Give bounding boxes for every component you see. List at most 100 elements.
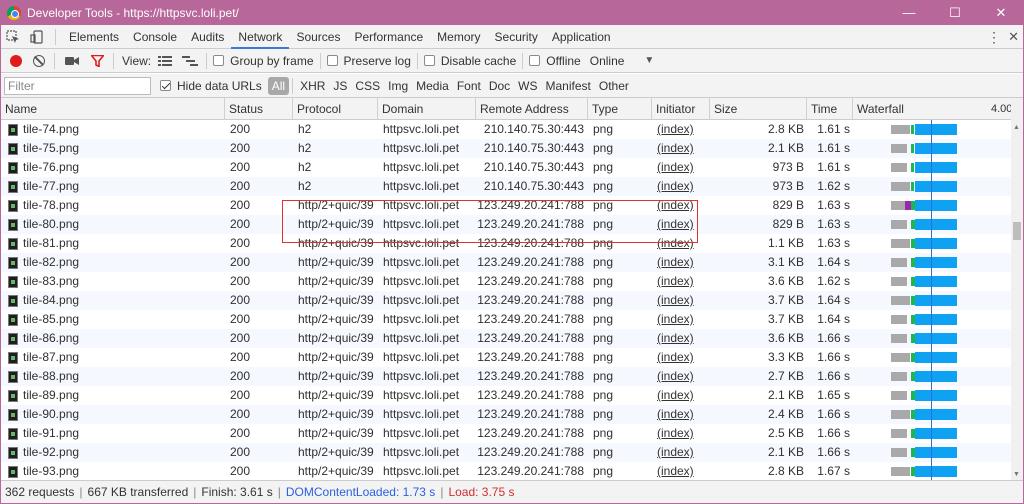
maximize-button[interactable]: ☐ <box>932 0 978 25</box>
request-name[interactable]: tile-77.png <box>23 177 223 196</box>
tab-audits[interactable]: Audits <box>184 25 231 49</box>
table-row[interactable]: tile-75.png 200 h2 httpsvc.loli.pet 210.140.… <box>1 139 1011 158</box>
filter-input[interactable] <box>4 76 151 95</box>
disable-cache-toggle[interactable]: Disable cache <box>423 54 516 68</box>
request-initiator[interactable]: (index) <box>657 177 707 196</box>
inspect-element-icon[interactable] <box>1 25 25 49</box>
column-header-domain[interactable]: Domain <box>378 98 476 120</box>
request-name[interactable]: tile-83.png <box>23 272 223 291</box>
filter-type-ws[interactable]: WS <box>514 79 541 93</box>
filter-type-other[interactable]: Other <box>595 79 633 93</box>
request-name[interactable]: tile-78.png <box>23 196 223 215</box>
filter-type-doc[interactable]: Doc <box>485 79 514 93</box>
tab-application[interactable]: Application <box>545 25 618 49</box>
hide-data-urls-toggle[interactable]: Hide data URLs <box>160 79 262 93</box>
close-window-button[interactable]: ✕ <box>978 0 1024 25</box>
request-name[interactable]: tile-84.png <box>23 291 223 310</box>
request-initiator[interactable]: (index) <box>657 329 707 348</box>
column-header-remote-address[interactable]: Remote Address <box>476 98 588 120</box>
table-row[interactable]: tile-74.png 200 h2 httpsvc.loli.pet 210.140.… <box>1 120 1011 139</box>
column-header-type[interactable]: Type <box>588 98 652 120</box>
filter-type-js[interactable]: JS <box>329 79 351 93</box>
request-name[interactable]: tile-89.png <box>23 386 223 405</box>
table-row[interactable]: tile-90.png 200 http/2+quic/39 httpsvc.loli… <box>1 405 1011 424</box>
hide-data-urls-checkbox[interactable] <box>160 80 171 91</box>
table-row[interactable]: tile-93.png 200 http/2+quic/39 httpsvc.loli… <box>1 462 1011 480</box>
minimize-button[interactable]: — <box>886 0 932 25</box>
table-row[interactable]: tile-91.png 200 http/2+quic/39 httpsvc.loli… <box>1 424 1011 443</box>
tab-sources[interactable]: Sources <box>289 25 347 49</box>
request-initiator[interactable]: (index) <box>657 405 707 424</box>
request-initiator[interactable]: (index) <box>657 253 707 272</box>
request-name[interactable]: tile-88.png <box>23 367 223 386</box>
preserve-log-toggle[interactable]: Preserve log <box>326 54 411 68</box>
table-row[interactable]: tile-82.png 200 http/2+quic/39 httpsvc.loli… <box>1 253 1011 272</box>
disable-cache-checkbox[interactable] <box>423 55 435 66</box>
request-name[interactable]: tile-80.png <box>23 215 223 234</box>
request-initiator[interactable]: (index) <box>657 215 707 234</box>
column-header-protocol[interactable]: Protocol <box>293 98 378 120</box>
table-row[interactable]: tile-84.png 200 http/2+quic/39 httpsvc.loli… <box>1 291 1011 310</box>
table-row[interactable]: tile-76.png 200 h2 httpsvc.loli.pet 210.140.… <box>1 158 1011 177</box>
column-header-initiator[interactable]: Initiator <box>652 98 710 120</box>
request-initiator[interactable]: (index) <box>657 291 707 310</box>
request-initiator[interactable]: (index) <box>657 348 707 367</box>
request-initiator[interactable]: (index) <box>657 424 707 443</box>
request-name[interactable]: tile-74.png <box>23 120 223 139</box>
request-initiator[interactable]: (index) <box>657 367 707 386</box>
request-name[interactable]: tile-91.png <box>23 424 223 443</box>
column-header-status[interactable]: Status <box>225 98 293 120</box>
group-by-frame-toggle[interactable]: Group by frame <box>213 54 314 68</box>
table-row[interactable]: tile-92.png 200 http/2+quic/39 httpsvc.loli… <box>1 443 1011 462</box>
request-initiator[interactable]: (index) <box>657 196 707 215</box>
request-initiator[interactable]: (index) <box>657 272 707 291</box>
request-name[interactable]: tile-86.png <box>23 329 223 348</box>
column-header-waterfall[interactable]: Waterfall <box>853 98 1011 120</box>
filter-type-manifest[interactable]: Manifest <box>542 79 595 93</box>
column-header-time[interactable]: Time <box>807 98 853 120</box>
filter-type-xhr[interactable]: XHR <box>296 79 329 93</box>
table-row[interactable]: tile-80.png 200 http/2+quic/39 httpsvc.loli… <box>1 215 1011 234</box>
tab-console[interactable]: Console <box>126 25 184 49</box>
tab-performance[interactable]: Performance <box>347 25 430 49</box>
more-options-icon[interactable]: ⋮ <box>987 25 1001 49</box>
filter-funnel-icon[interactable] <box>91 54 104 67</box>
request-name[interactable]: tile-87.png <box>23 348 223 367</box>
request-initiator[interactable]: (index) <box>657 139 707 158</box>
table-row[interactable]: tile-88.png 200 http/2+quic/39 httpsvc.loli… <box>1 367 1011 386</box>
table-row[interactable]: tile-89.png 200 http/2+quic/39 httpsvc.loli… <box>1 386 1011 405</box>
tab-network[interactable]: Network <box>231 25 290 49</box>
scroll-up-icon[interactable]: ▲ <box>1013 124 1020 131</box>
scrollbar[interactable]: ▲ ▼ <box>1011 98 1023 480</box>
filter-type-font[interactable]: Font <box>453 79 485 93</box>
scroll-down-icon[interactable]: ▼ <box>1013 471 1020 478</box>
table-row[interactable]: tile-86.png 200 http/2+quic/39 httpsvc.loli… <box>1 329 1011 348</box>
close-devtools-icon[interactable]: ✕ <box>1008 25 1019 49</box>
column-header-size[interactable]: Size <box>710 98 807 120</box>
large-request-rows-icon[interactable] <box>158 55 173 67</box>
table-row[interactable]: tile-78.png 200 http/2+quic/39 httpsvc.loli… <box>1 196 1011 215</box>
request-name[interactable]: tile-92.png <box>23 443 223 462</box>
tab-security[interactable]: Security <box>488 25 545 49</box>
request-name[interactable]: tile-85.png <box>23 310 223 329</box>
offline-checkbox[interactable] <box>529 55 541 66</box>
request-initiator[interactable]: (index) <box>657 310 707 329</box>
request-name[interactable]: tile-82.png <box>23 253 223 272</box>
overview-icon[interactable] <box>182 55 199 67</box>
table-row[interactable]: tile-85.png 200 http/2+quic/39 httpsvc.loli… <box>1 310 1011 329</box>
table-row[interactable]: tile-83.png 200 http/2+quic/39 httpsvc.loli… <box>1 272 1011 291</box>
device-toolbar-icon[interactable] <box>25 25 49 49</box>
tab-elements[interactable]: Elements <box>62 25 126 49</box>
request-initiator[interactable]: (index) <box>657 120 707 139</box>
request-name[interactable]: tile-90.png <box>23 405 223 424</box>
screenshot-camera-icon[interactable] <box>65 56 79 66</box>
filter-type-css[interactable]: CSS <box>351 79 384 93</box>
filter-type-media[interactable]: Media <box>412 79 453 93</box>
table-row[interactable]: tile-81.png 200 http/2+quic/39 httpsvc.loli… <box>1 234 1011 253</box>
offline-toggle[interactable]: Offline <box>529 54 581 68</box>
clear-icon[interactable] <box>33 54 45 67</box>
tab-memory[interactable]: Memory <box>430 25 487 49</box>
request-name[interactable]: tile-93.png <box>23 462 223 480</box>
request-name[interactable]: tile-75.png <box>23 139 223 158</box>
request-name[interactable]: tile-76.png <box>23 158 223 177</box>
